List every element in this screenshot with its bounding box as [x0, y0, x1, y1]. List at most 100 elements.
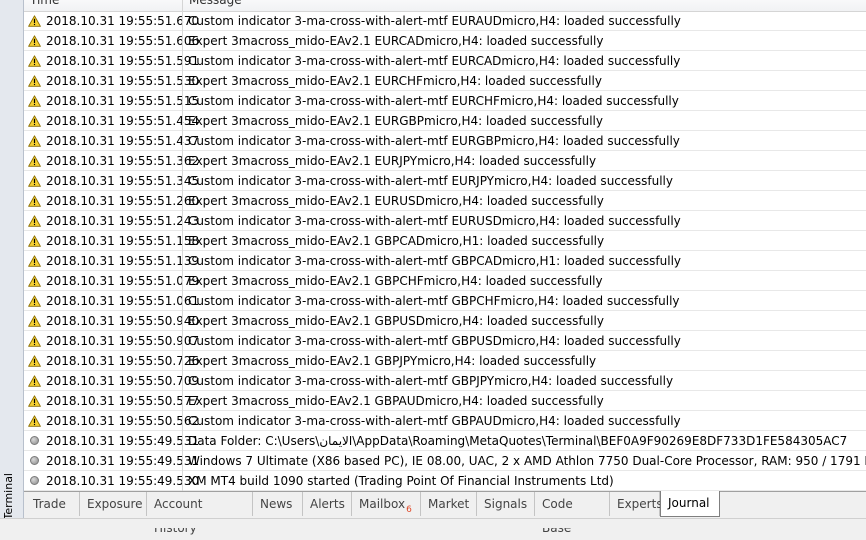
- column-divider: [182, 331, 183, 351]
- row-time: 2018.10.31 19:55:51.591: [46, 54, 200, 68]
- row-message: Expert 3macross_mido-EAv2.1 EURUSDmicro,…: [188, 194, 604, 208]
- warning-icon: [24, 331, 45, 350]
- tab-alerts[interactable]: Alerts: [303, 492, 352, 516]
- tab-label: Experts: [617, 497, 663, 511]
- row-time: 2018.10.31 19:55:51.243: [46, 214, 200, 228]
- column-divider: [182, 131, 183, 151]
- row-time: 2018.10.31 19:55:50.562: [46, 414, 200, 428]
- column-divider: [182, 471, 183, 491]
- column-divider: [182, 251, 183, 271]
- tab-label: Account History: [154, 497, 203, 535]
- journal-row[interactable]: 2018.10.31 19:55:50.709 Custom indicator …: [24, 371, 866, 391]
- warning-icon: [24, 291, 45, 310]
- tab-market[interactable]: Market: [421, 492, 477, 516]
- column-divider: [182, 91, 183, 111]
- tab-label: Exposure: [87, 497, 143, 511]
- tab-signals[interactable]: Signals: [477, 492, 535, 516]
- column-divider: [182, 111, 183, 131]
- row-time: 2018.10.31 19:55:51.061: [46, 294, 200, 308]
- journal-row[interactable]: 2018.10.31 19:55:50.907 Custom indicator …: [24, 331, 866, 351]
- row-message: Windows 7 Ultimate (X86 based PC), IE 08…: [188, 454, 866, 468]
- tab-trade[interactable]: Trade: [26, 492, 80, 516]
- tab-label: Trade: [33, 497, 66, 511]
- journal-row[interactable]: 2018.10.31 19:55:51.061 Custom indicator …: [24, 291, 866, 311]
- tab-label: Mailbox: [359, 497, 406, 511]
- tab-journal[interactable]: Journal: [660, 491, 720, 517]
- tab-label: Journal: [668, 496, 710, 510]
- warning-icon: [24, 211, 45, 230]
- journal-row[interactable]: 2018.10.31 19:55:50.940 Expert 3macross_m…: [24, 311, 866, 331]
- row-message: Custom indicator 3-ma-cross-with-alert-m…: [188, 94, 679, 108]
- journal-row[interactable]: 2018.10.31 19:55:51.079 Expert 3macross_m…: [24, 271, 866, 291]
- info-dot-icon: [24, 471, 45, 490]
- tab-label: News: [260, 497, 293, 511]
- row-time: 2018.10.31 19:55:51.606: [46, 34, 200, 48]
- terminal-side-strip: Terminal: [0, 0, 24, 527]
- column-divider: [182, 191, 183, 211]
- row-message: Expert 3macross_mido-EAv2.1 EURJPYmicro,…: [188, 154, 597, 168]
- row-message: Custom indicator 3-ma-cross-with-alert-m…: [188, 54, 681, 68]
- column-divider: [182, 231, 183, 251]
- journal-row[interactable]: 2018.10.31 19:55:51.158 Expert 3macross_m…: [24, 231, 866, 251]
- journal-row[interactable]: 2018.10.31 19:55:51.139 Custom indicator …: [24, 251, 866, 271]
- column-divider: [182, 291, 183, 311]
- journal-row[interactable]: 2018.10.31 19:55:51.515 Custom indicator …: [24, 91, 866, 111]
- info-dot-icon: [24, 431, 45, 450]
- column-divider: [182, 11, 183, 31]
- row-message: Expert 3macross_mido-EAv2.1 GBPCHFmicro,…: [188, 274, 603, 288]
- tab-account-history[interactable]: Account History: [147, 492, 253, 535]
- journal-row[interactable]: 2018.10.31 19:55:51.362 Expert 3macross_m…: [24, 151, 866, 171]
- row-message: Custom indicator 3-ma-cross-with-alert-m…: [188, 134, 680, 148]
- row-time: 2018.10.31 19:55:50.577: [46, 394, 200, 408]
- row-message: Custom indicator 3-ma-cross-with-alert-m…: [188, 14, 681, 28]
- journal-row[interactable]: 2018.10.31 19:55:51.606 Expert 3macross_m…: [24, 31, 866, 51]
- tab-label: Signals: [484, 497, 528, 511]
- row-message: Custom indicator 3-ma-cross-with-alert-m…: [188, 174, 673, 188]
- row-message: Data Folder: C:\Users\الايمان\AppData\Ro…: [188, 434, 848, 448]
- warning-icon: [24, 391, 45, 410]
- row-time: 2018.10.31 19:55:50.726: [46, 354, 200, 368]
- row-time: 2018.10.31 19:55:51.437: [46, 134, 200, 148]
- tab-news[interactable]: News: [253, 492, 303, 516]
- journal-row[interactable]: 2018.10.31 19:55:51.260 Expert 3macross_m…: [24, 191, 866, 211]
- tab-experts[interactable]: Experts: [610, 492, 663, 516]
- journal-row[interactable]: 2018.10.31 19:55:49.531 Data Folder: C:\U…: [24, 431, 866, 451]
- column-header-time[interactable]: Time: [24, 0, 183, 11]
- journal-row[interactable]: 2018.10.31 19:55:51.591 Custom indicator …: [24, 51, 866, 71]
- journal-row[interactable]: 2018.10.31 19:55:50.577 Expert 3macross_m…: [24, 391, 866, 411]
- tab-exposure[interactable]: Exposure: [80, 492, 147, 516]
- row-time: 2018.10.31 19:55:51.139: [46, 254, 200, 268]
- row-time: 2018.10.31 19:55:51.345: [46, 174, 200, 188]
- warning-icon: [24, 231, 45, 250]
- journal-row[interactable]: 2018.10.31 19:55:50.562 Custom indicator …: [24, 411, 866, 431]
- tab-mailbox[interactable]: Mailbox6: [352, 492, 421, 516]
- journal-row[interactable]: 2018.10.31 19:55:51.454 Expert 3macross_m…: [24, 111, 866, 131]
- column-divider: [182, 271, 183, 291]
- row-time: 2018.10.31 19:55:50.709: [46, 374, 200, 388]
- warning-icon: [24, 111, 45, 130]
- tab-code-base[interactable]: Code Base: [535, 492, 610, 535]
- journal-row[interactable]: 2018.10.31 19:55:51.670 Custom indicator …: [24, 11, 866, 31]
- column-header-message[interactable]: Message: [183, 0, 866, 11]
- journal-row[interactable]: 2018.10.31 19:55:51.437 Custom indicator …: [24, 131, 866, 151]
- warning-icon: [24, 191, 45, 210]
- journal-list[interactable]: Time Message 2018.10.31 19:55:51.670 Cust…: [24, 0, 866, 491]
- journal-row[interactable]: 2018.10.31 19:55:51.243 Custom indicator …: [24, 211, 866, 231]
- tab-label: Code Base: [542, 497, 573, 535]
- warning-icon: [24, 251, 45, 270]
- warning-icon: [24, 171, 45, 190]
- row-message: XM MT4 build 1090 started (Trading Point…: [188, 474, 614, 488]
- column-divider: [182, 151, 183, 171]
- journal-row[interactable]: 2018.10.31 19:55:51.345 Custom indicator …: [24, 171, 866, 191]
- journal-row[interactable]: 2018.10.31 19:55:50.726 Expert 3macross_m…: [24, 351, 866, 371]
- row-message: Expert 3macross_mido-EAv2.1 EURCHFmicro,…: [188, 74, 602, 88]
- journal-row[interactable]: 2018.10.31 19:55:49.530 XM MT4 build 1090…: [24, 471, 866, 491]
- row-message: Custom indicator 3-ma-cross-with-alert-m…: [188, 334, 681, 348]
- column-divider: [182, 171, 183, 191]
- row-time: 2018.10.31 19:55:50.907: [46, 334, 200, 348]
- column-divider: [182, 311, 183, 331]
- row-message: Custom indicator 3-ma-cross-with-alert-m…: [188, 254, 682, 268]
- journal-row[interactable]: 2018.10.31 19:55:51.530 Expert 3macross_m…: [24, 71, 866, 91]
- mailbox-count-badge: 6: [406, 505, 412, 515]
- journal-row[interactable]: 2018.10.31 19:55:49.531 Windows 7 Ultimat…: [24, 451, 866, 471]
